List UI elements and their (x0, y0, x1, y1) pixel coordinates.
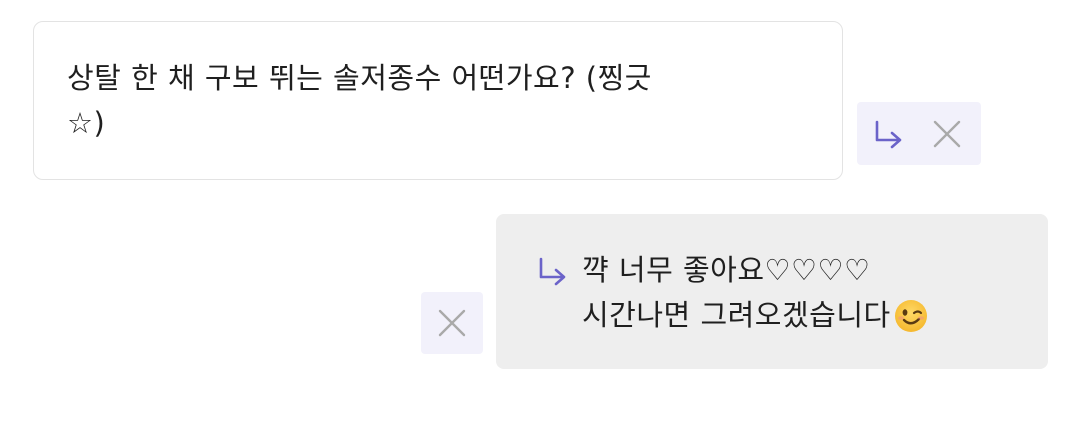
comment-actions (857, 102, 981, 165)
reply-delete-button[interactable] (421, 292, 483, 354)
reply-arrow-icon[interactable] (872, 119, 906, 149)
reply-text: 꺅 너무 좋아요♡♡♡♡ 시간나면 그려오겠습니다 (582, 248, 929, 338)
winking-face-emoji-icon (894, 299, 927, 332)
close-icon[interactable] (437, 308, 467, 338)
comment-bubble: 상탈 한 채 구보 뛰는 솔저종수 어떤가요? (찡긋 ☆) (33, 21, 843, 180)
comment-text: 상탈 한 채 구보 뛰는 솔저종수 어떤가요? (찡긋 ☆) (67, 61, 652, 140)
reply-line-1-text: 꺅 너무 좋아요♡♡♡♡ (582, 253, 871, 287)
reply-line-2: 시간나면 그려오겠습니다 (582, 293, 929, 338)
close-icon[interactable] (932, 119, 962, 149)
reply-bubble: 꺅 너무 좋아요♡♡♡♡ 시간나면 그려오겠습니다 (496, 214, 1048, 369)
reply-arrow-icon (539, 257, 566, 286)
reply-line-1: 꺅 너무 좋아요♡♡♡♡ (582, 248, 929, 293)
reply-line-2-text: 시간나면 그려오겠습니다 (582, 298, 891, 332)
